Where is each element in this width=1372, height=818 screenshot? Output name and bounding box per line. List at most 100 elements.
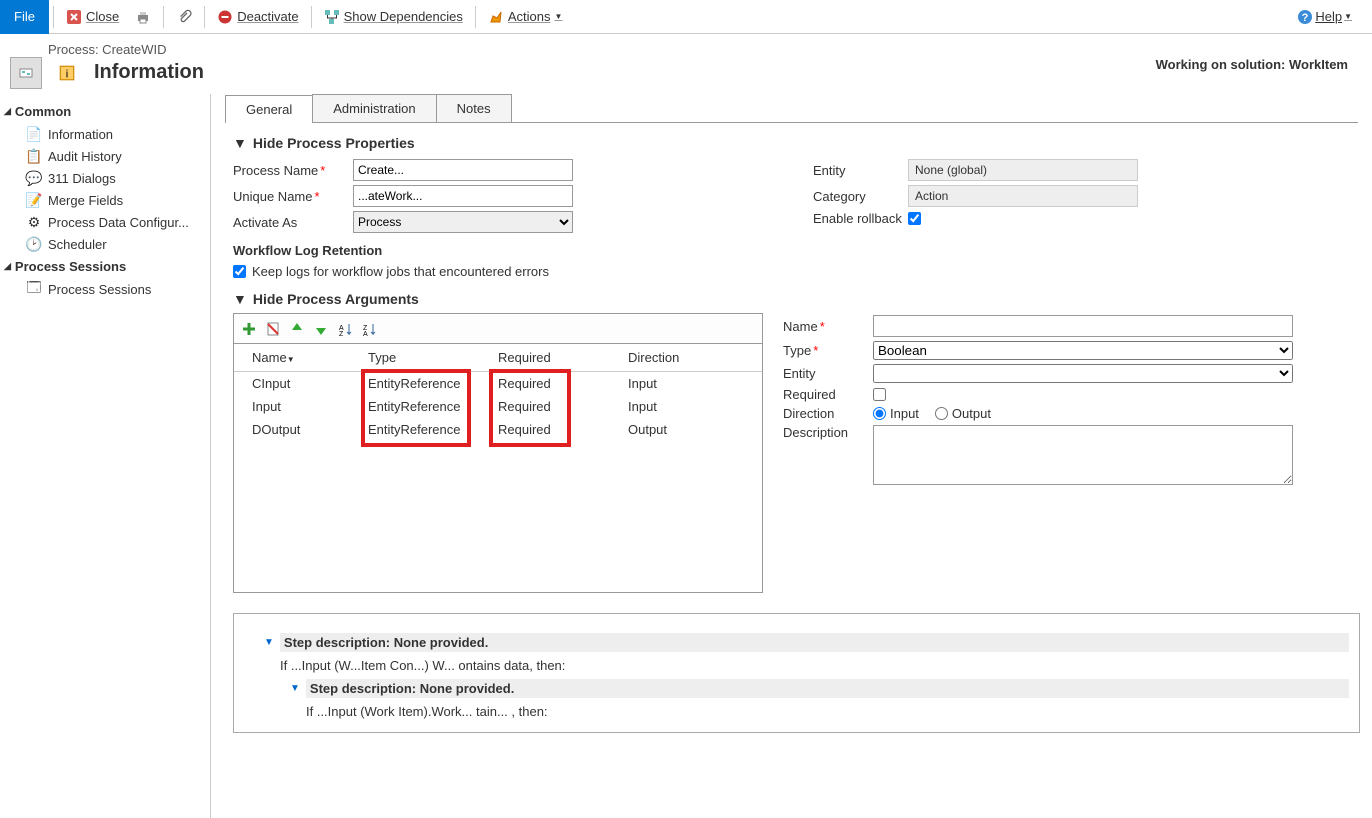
step-description: Step description: None provided. [284,635,488,650]
content-scroll[interactable]: ▼Hide Process Properties Process Name* U… [211,123,1372,815]
svg-text:?: ? [1302,12,1309,24]
deactivate-icon [217,9,233,25]
checkbox-keep-logs[interactable] [233,265,246,278]
col-direction[interactable]: Direction [624,350,744,365]
input-process-name[interactable] [353,159,573,181]
step-description: Step description: None provided. [310,681,514,696]
label-category: Category [813,189,908,204]
tab-general[interactable]: General [225,95,313,123]
deps-icon [324,9,340,25]
sidebar-item-label: Process Sessions [48,282,151,297]
select-activate-as[interactable]: Process [353,211,573,233]
cell-name: CInput [234,376,364,391]
label-wf-log: Workflow Log Retention [233,235,573,262]
label-entity: Entity [813,163,908,178]
sidebar-group-sessions[interactable]: ◢Process Sessions [0,255,210,278]
attach-button[interactable] [168,2,200,32]
header-area: Process: CreateWID i Information Working… [0,34,1372,94]
sidebar-item-label: 311 Dialogs [48,171,116,186]
tab-notes[interactable]: Notes [436,94,512,122]
process-type-icon [10,57,42,89]
steps-container: ▼ Step description: None provided. If ...… [233,613,1360,733]
deactivate-button[interactable]: Deactivate [209,2,306,32]
tri-icon: ▼ [264,637,274,648]
grid-movedown-button[interactable] [312,320,330,338]
grid-delete-button[interactable] [264,320,282,338]
solution-label: Working on solution: WorkItem [1156,57,1348,72]
tri-icon: ◢ [4,106,11,117]
page-title: Information [94,61,204,84]
label-unique-name: Unique Name* [233,189,353,204]
sidebar: ◢Common 📄Information📋Audit History💬311 D… [0,94,210,818]
grid-row[interactable]: Input EntityReference Required Input [234,395,762,418]
sidebar-item[interactable]: 🕑Scheduler [0,233,210,255]
tab-administration[interactable]: Administration [312,94,436,122]
tri-icon: ▼ [233,291,247,307]
radio-dir-output[interactable] [935,407,948,420]
label-arg-type: Type* [783,343,873,358]
actions-menu[interactable]: Actions ▼ [480,2,571,32]
file-menu[interactable]: File [0,0,49,34]
nav-icon: 🕑 [26,236,42,252]
svg-text:i: i [66,68,69,80]
cell-required: Required [494,422,624,437]
sidebar-item[interactable]: 💬311 Dialogs [0,167,210,189]
col-type[interactable]: Type [364,350,494,365]
checkbox-arg-required[interactable] [873,388,886,401]
grid-row[interactable]: DOutput EntityReference Required Output [234,418,762,441]
cell-name: DOutput [234,422,364,437]
tab-strip: General Administration Notes [225,94,1358,123]
step-condition: If ...Input (W...Item Con...) W... ontai… [280,658,565,673]
arguments-grid: AZ ZA Name▼ Type Required Direction CInp… [233,313,763,593]
grid-moveup-button[interactable] [288,320,306,338]
sidebar-item[interactable]: ⚙Process Data Configur... [0,211,210,233]
cell-direction: Input [624,376,744,391]
grid-sortasc-button[interactable]: AZ [336,320,354,338]
col-required[interactable]: Required [494,350,624,365]
step-row[interactable]: ▼ Step description: None provided. [244,630,1349,655]
sidebar-item-label: Merge Fields [48,193,123,208]
sidebar-item[interactable]: 📄Information [0,123,210,145]
sidebar-item[interactable]: 🗔Process Sessions [0,278,210,300]
sidebar-item-label: Audit History [48,149,122,164]
select-arg-entity[interactable] [873,364,1293,383]
section-process-props[interactable]: ▼Hide Process Properties [233,125,1360,157]
grid-row[interactable]: CInput EntityReference Required Input [234,372,762,395]
col-name[interactable]: Name▼ [234,350,364,365]
sidebar-item[interactable]: 📋Audit History [0,145,210,167]
close-button[interactable]: Close [58,2,127,32]
textarea-arg-description[interactable] [873,425,1293,485]
select-arg-type[interactable]: Boolean [873,341,1293,360]
section-process-args[interactable]: ▼Hide Process Arguments [233,281,1360,313]
cell-required: Required [494,376,624,391]
help-link[interactable]: ? Help ▼ [1289,2,1360,32]
grid-sortdesc-button[interactable]: ZA [360,320,378,338]
input-arg-name[interactable] [873,315,1293,337]
process-breadcrumb: Process: CreateWID [48,42,204,57]
step-row[interactable]: ▼ Step description: None provided. [244,676,1349,701]
label-process-name: Process Name* [233,163,353,178]
label-arg-required: Required [783,387,873,402]
checkbox-enable-rollback[interactable] [908,212,921,225]
cell-required: Required [494,399,624,414]
tri-icon: ▼ [290,683,300,694]
svg-text:Z: Z [339,331,344,337]
input-unique-name[interactable] [353,185,573,207]
close-label: Close [86,9,119,24]
close-icon [66,9,82,25]
print-button[interactable] [127,2,159,32]
step-condition: If ...Input (Work Item).Work... tain... … [306,704,548,719]
top-toolbar: File Close Deactivate Show Dependencies [0,0,1372,34]
cell-type: EntityReference [364,399,494,414]
label-keep-logs: Keep logs for workflow jobs that encount… [252,264,549,279]
show-deps-button[interactable]: Show Dependencies [316,2,471,32]
radio-dir-input[interactable] [873,407,886,420]
grid-add-button[interactable] [240,320,258,338]
cell-direction: Input [624,399,744,414]
sidebar-group-common[interactable]: ◢Common [0,100,210,123]
svg-text:A: A [363,331,368,337]
sidebar-item[interactable]: 📝Merge Fields [0,189,210,211]
argument-properties: Name* Type* Boolean Entity Required [783,313,1360,593]
print-icon [135,9,151,25]
label-arg-entity: Entity [783,366,873,381]
